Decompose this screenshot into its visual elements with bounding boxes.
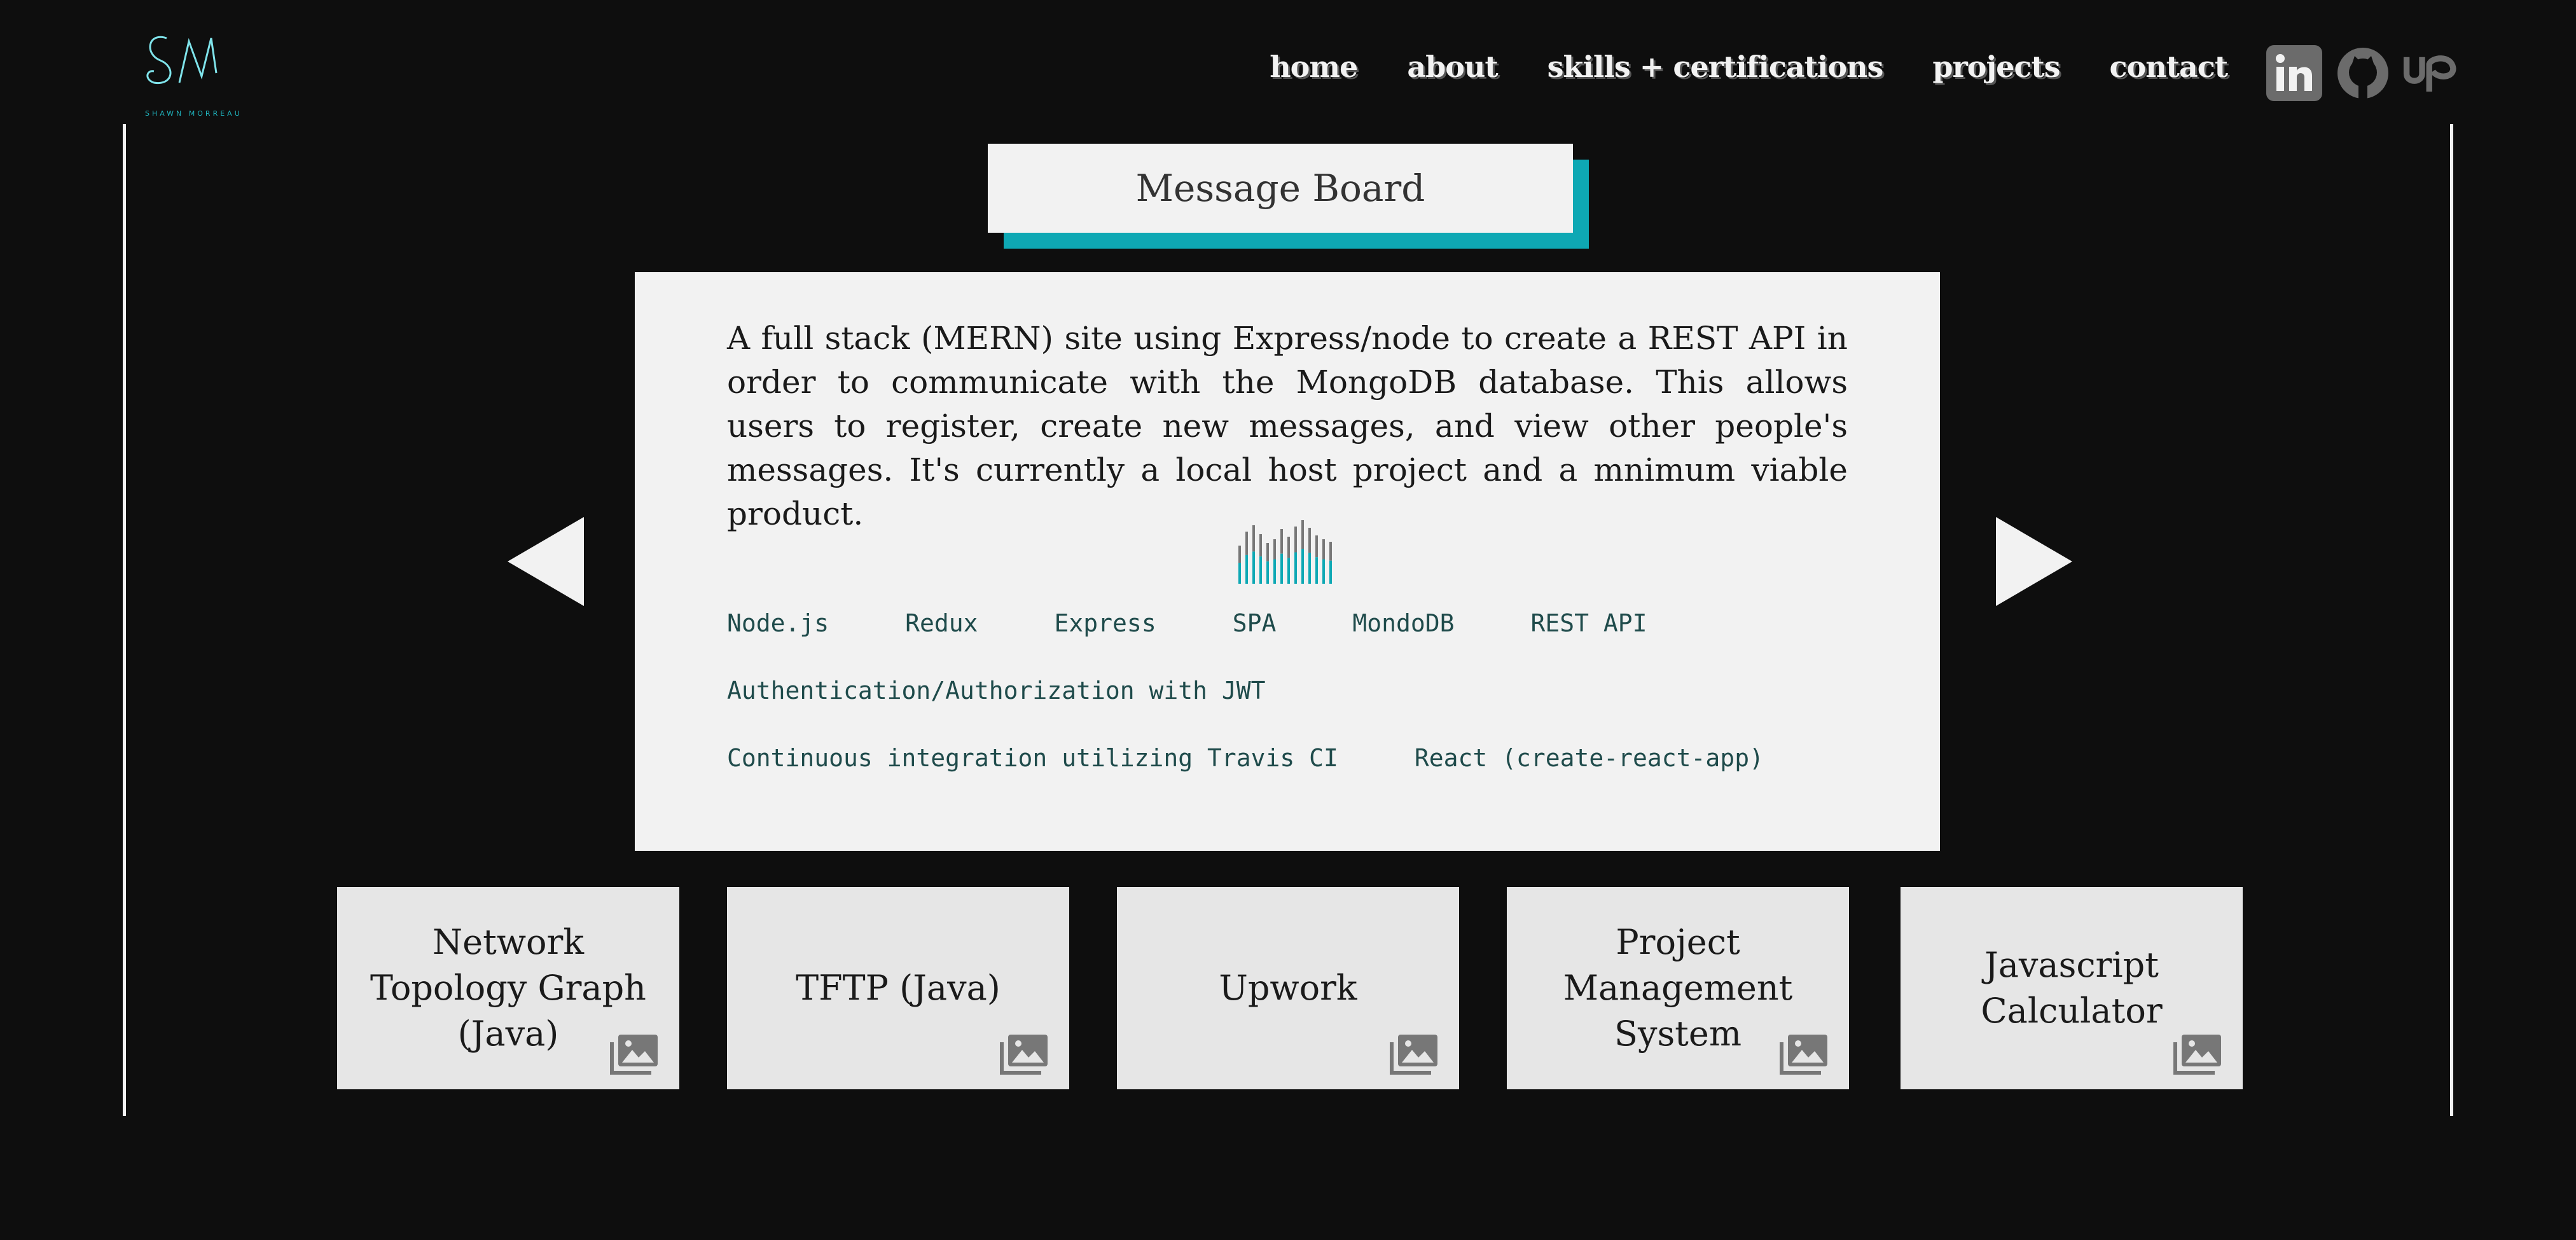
equalizer-bar-bottom	[1273, 559, 1276, 584]
equalizer-bar-top	[1252, 525, 1255, 552]
logo[interactable]: SHAWN MORREAU	[141, 25, 243, 127]
gallery-icon	[2173, 1035, 2221, 1075]
tag: React (create-react-app)	[1414, 744, 1764, 772]
tag: MondoDB	[1352, 609, 1455, 637]
project-thumb-network-topology[interactable]: Network Topology Graph (Java)	[337, 887, 679, 1089]
upwork-icon[interactable]	[2403, 45, 2460, 102]
equalizer-bar-bottom	[1245, 555, 1248, 584]
equalizer-bar-bottom	[1329, 560, 1332, 584]
equalizer-bar-top	[1245, 532, 1248, 555]
gallery-icon	[1390, 1035, 1437, 1075]
equalizer-bar-top	[1315, 535, 1318, 558]
equalizer-bar-bottom	[1280, 553, 1283, 584]
previous-project-arrow[interactable]	[508, 517, 584, 606]
tag: REST API	[1530, 609, 1647, 637]
next-project-arrow[interactable]	[1996, 517, 2072, 606]
project-thumb-label: Network Topology Graph (Java)	[370, 922, 646, 1054]
main-nav: home about skills + certifications proje…	[1270, 50, 2228, 84]
equalizer-bar-top	[1301, 520, 1304, 549]
equalizer-bar-top	[1322, 539, 1325, 560]
equalizer-bar-top	[1259, 534, 1262, 557]
nav-about[interactable]: about	[1407, 50, 1498, 84]
project-thumb-js-calculator[interactable]: Javascript Calculator	[1901, 887, 2243, 1089]
tag-row: Authentication/Authorization with JWT	[727, 677, 1872, 705]
equalizer-bar-top	[1329, 542, 1332, 561]
tag-row: Continuous integration utilizing Travis …	[727, 744, 1872, 772]
equalizer-bar-top	[1287, 537, 1290, 558]
frame-line-left	[123, 124, 126, 1116]
signature-logo-icon	[146, 36, 218, 85]
equalizer-bar-bottom	[1287, 558, 1290, 584]
equalizer-bar-bottom	[1252, 551, 1255, 584]
equalizer-bar-top	[1294, 527, 1297, 553]
equalizer-bar-top	[1273, 539, 1276, 560]
social-links	[2266, 45, 2460, 102]
tag: Node.js	[727, 609, 829, 637]
gallery-icon	[1780, 1035, 1827, 1075]
project-thumb-label: TFTP (Java)	[796, 968, 1001, 1008]
equalizer-icon	[1238, 520, 1332, 584]
frame-line-right	[2450, 124, 2453, 1116]
tech-tags: Node.js Redux Express SPA MondoDB REST A…	[727, 609, 1872, 811]
gallery-icon	[610, 1035, 658, 1075]
logo-caption: SHAWN MORREAU	[145, 109, 242, 118]
project-card: A full stack (MERN) site using Express/n…	[635, 272, 1940, 851]
nav-contact[interactable]: contact	[2110, 50, 2228, 84]
equalizer-bar-bottom	[1322, 559, 1325, 584]
equalizer-bar-bottom	[1259, 556, 1262, 584]
nav-projects[interactable]: projects	[1932, 50, 2060, 84]
equalizer-bar-top	[1308, 528, 1311, 553]
equalizer-bar-top	[1266, 543, 1269, 561]
tag: Authentication/Authorization with JWT	[727, 677, 1266, 705]
equalizer-bar-top	[1280, 529, 1283, 554]
github-icon[interactable]	[2334, 45, 2392, 102]
project-description: A full stack (MERN) site using Express/n…	[727, 320, 1848, 532]
project-thumb-label: Javascript Calculator	[1981, 945, 2163, 1031]
equalizer-bar-bottom	[1238, 563, 1241, 584]
project-thumb-tftp[interactable]: TFTP (Java)	[727, 887, 1069, 1089]
project-thumb-project-management[interactable]: Project Management System	[1507, 887, 1849, 1089]
tag: Express	[1054, 609, 1156, 637]
tag: Redux	[905, 609, 978, 637]
tag: SPA	[1232, 609, 1277, 637]
equalizer-bar-top	[1238, 546, 1241, 563]
tag: Continuous integration utilizing Travis …	[727, 744, 1338, 772]
equalizer-bar-bottom	[1266, 561, 1269, 584]
equalizer-bar-bottom	[1315, 557, 1318, 584]
equalizer-bar-bottom	[1301, 549, 1304, 584]
equalizer-bar-bottom	[1308, 553, 1311, 584]
project-title: Message Board	[988, 144, 1573, 233]
project-thumb-label: Upwork	[1219, 968, 1357, 1008]
project-title-block: Message Board	[988, 144, 1589, 249]
gallery-icon	[1000, 1035, 1048, 1075]
equalizer-bar-bottom	[1294, 552, 1297, 584]
nav-home[interactable]: home	[1270, 50, 1358, 84]
tag-row: Node.js Redux Express SPA MondoDB REST A…	[727, 609, 1872, 637]
nav-skills[interactable]: skills + certifications	[1548, 50, 1884, 84]
project-thumb-label: Project Management System	[1563, 922, 1793, 1054]
linkedin-icon[interactable]	[2266, 45, 2323, 102]
project-thumb-upwork[interactable]: Upwork	[1117, 887, 1459, 1089]
